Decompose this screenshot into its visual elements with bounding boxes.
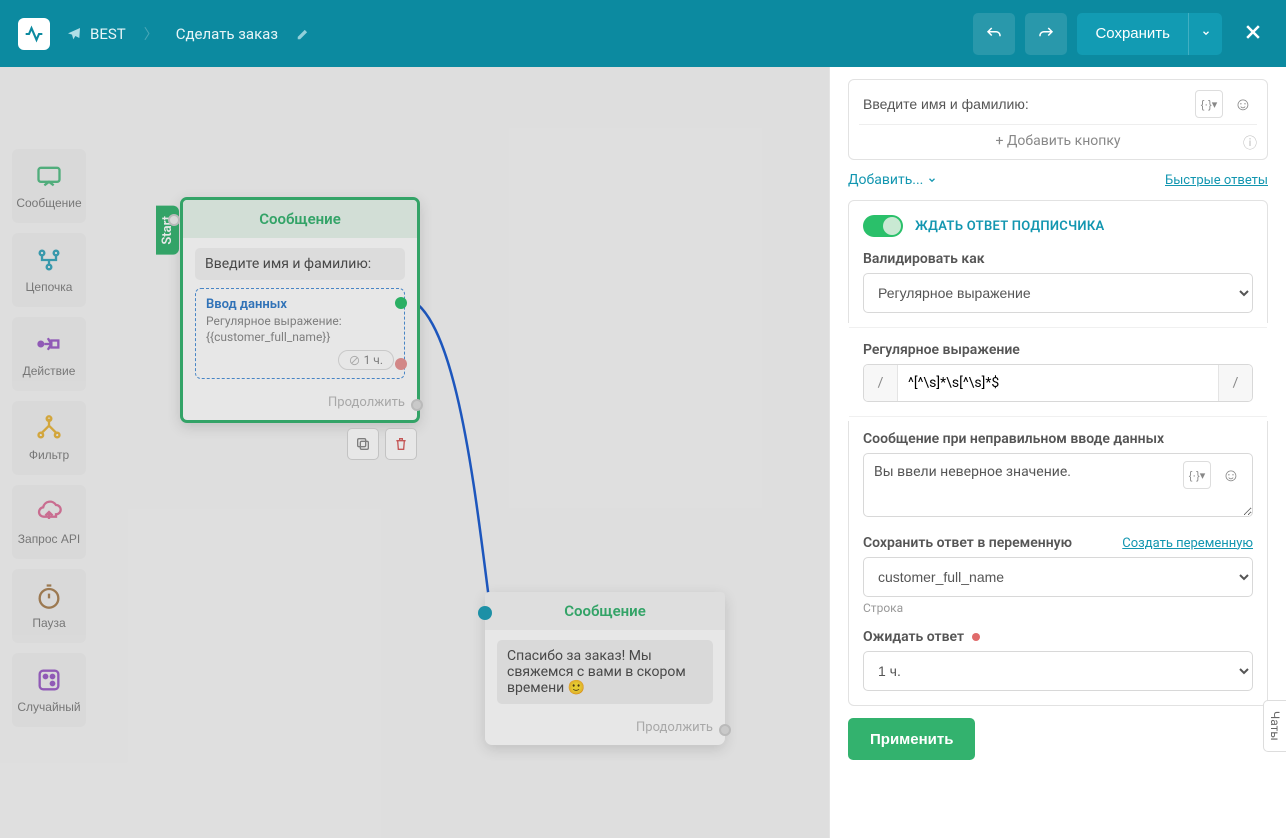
node-title: Сообщение (485, 592, 725, 630)
node-message-text: Введите имя и фамилию: (195, 248, 405, 280)
regex-label: Регулярное выражение (863, 342, 1253, 358)
wait-response-section: ЖДАТЬ ОТВЕТ ПОДПИСЧИКА Валидировать как … (848, 200, 1268, 706)
apply-button[interactable]: Применить (848, 718, 975, 760)
quick-replies-link[interactable]: Быстрые ответы (1165, 173, 1268, 188)
add-element-link[interactable]: Добавить... (848, 172, 937, 188)
app-logo[interactable] (18, 18, 50, 50)
breadcrumb-sep-icon: 〉 (144, 24, 158, 44)
delete-node-button[interactable] (385, 428, 417, 460)
chain-icon (35, 246, 63, 274)
save-button[interactable]: Сохранить (1077, 13, 1188, 55)
node-input-block[interactable]: Ввод данных Регулярное выражение: {{cust… (195, 288, 405, 379)
cloud-icon (35, 498, 63, 526)
tool-chain[interactable]: Цепочка (12, 233, 86, 307)
info-icon[interactable]: ⓘ (1243, 133, 1257, 153)
save-variable-select[interactable]: customer_full_name (863, 557, 1253, 597)
wait-pill: 1 ч. (338, 350, 394, 370)
validate-select[interactable]: Регулярное выражение (863, 273, 1253, 313)
save-dropdown-button[interactable] (1188, 13, 1222, 55)
regex-highlight-section: Регулярное выражение / / (849, 327, 1267, 417)
regex-input[interactable] (898, 365, 1218, 401)
close-button[interactable] (1238, 19, 1268, 49)
toolbox: Сообщение Цепочка Действие Фильтр Запрос… (12, 149, 86, 727)
create-variable-link[interactable]: Создать переменную (1122, 536, 1253, 551)
undo-icon (985, 25, 1003, 43)
copy-icon (355, 436, 371, 452)
node-input-port[interactable] (168, 214, 180, 226)
edit-icon[interactable] (296, 27, 310, 41)
output-port-timeout[interactable] (395, 358, 407, 370)
redo-icon (1037, 25, 1055, 43)
node-continue: Продолжить (183, 389, 417, 420)
undo-button[interactable] (973, 13, 1015, 55)
trash-icon (393, 436, 409, 452)
tool-message[interactable]: Сообщение (12, 149, 86, 223)
copy-node-button[interactable] (347, 428, 379, 460)
block-icon (349, 355, 360, 366)
properties-panel: {·}▾ ☺ + Добавить кнопку ⓘ Добавить... Б… (829, 67, 1286, 838)
dice-icon (35, 666, 63, 694)
emoji-button[interactable]: ☺ (1217, 461, 1245, 489)
output-port-success[interactable] (395, 297, 407, 309)
regex-delimiter-left: / (864, 365, 898, 401)
emoji-button[interactable]: ☺ (1229, 90, 1257, 118)
error-message-label: Сообщение при неправильном вводе данных (863, 431, 1253, 447)
breadcrumb-flow[interactable]: Сделать заказ (176, 25, 310, 43)
wait-response-toggle[interactable] (863, 215, 903, 237)
stopwatch-icon (35, 582, 63, 610)
chevron-down-icon (927, 175, 937, 185)
redo-button[interactable] (1025, 13, 1067, 55)
add-button-link[interactable]: + Добавить кнопку (995, 133, 1120, 149)
output-port-continue[interactable] (719, 724, 731, 736)
save-var-label: Сохранить ответ в переменную (863, 535, 1072, 551)
regex-delimiter-right: / (1218, 365, 1252, 401)
tool-pause[interactable]: Пауза (12, 569, 86, 643)
message-icon (35, 162, 63, 190)
variable-type-hint: Строка (863, 601, 1253, 615)
node-input-port[interactable] (478, 606, 492, 620)
tool-action[interactable]: Действие (12, 317, 86, 391)
tool-random[interactable]: Случайный (12, 653, 86, 727)
topbar: BEST 〉 Сделать заказ Сохранить (0, 0, 1286, 67)
node-message-text: Спасибо за заказ! Мы свяжемся с вами в с… (497, 640, 713, 704)
message-editor-section: {·}▾ ☺ + Добавить кнопку ⓘ (848, 79, 1268, 160)
node-title: Сообщение (183, 200, 417, 238)
wait-time-label: Ожидать ответ (863, 629, 964, 645)
required-dot-icon (972, 633, 980, 641)
insert-variable-button[interactable]: {·}▾ (1195, 90, 1223, 118)
flow-node-message-1[interactable]: Start Сообщение Введите имя и фамилию: В… (180, 197, 420, 423)
action-icon (35, 330, 63, 358)
close-icon (1243, 22, 1263, 42)
insert-variable-button[interactable]: {·}▾ (1183, 461, 1211, 489)
node-continue: Продолжить (485, 714, 725, 745)
tool-api[interactable]: Запрос API (12, 485, 86, 559)
telegram-icon (66, 26, 82, 42)
validate-label: Валидировать как (863, 251, 1253, 267)
chats-side-tab[interactable]: Чаты (1263, 700, 1286, 752)
breadcrumb-bot[interactable]: BEST (66, 25, 126, 43)
chevron-down-icon (1201, 28, 1211, 38)
message-text-input[interactable] (859, 90, 1189, 118)
wait-time-select[interactable]: 1 ч. (863, 651, 1253, 691)
output-port-continue[interactable] (411, 399, 423, 411)
flow-node-message-2[interactable]: Сообщение Спасибо за заказ! Мы свяжемся … (485, 592, 725, 745)
tool-filter[interactable]: Фильтр (12, 401, 86, 475)
filter-icon (35, 414, 63, 442)
